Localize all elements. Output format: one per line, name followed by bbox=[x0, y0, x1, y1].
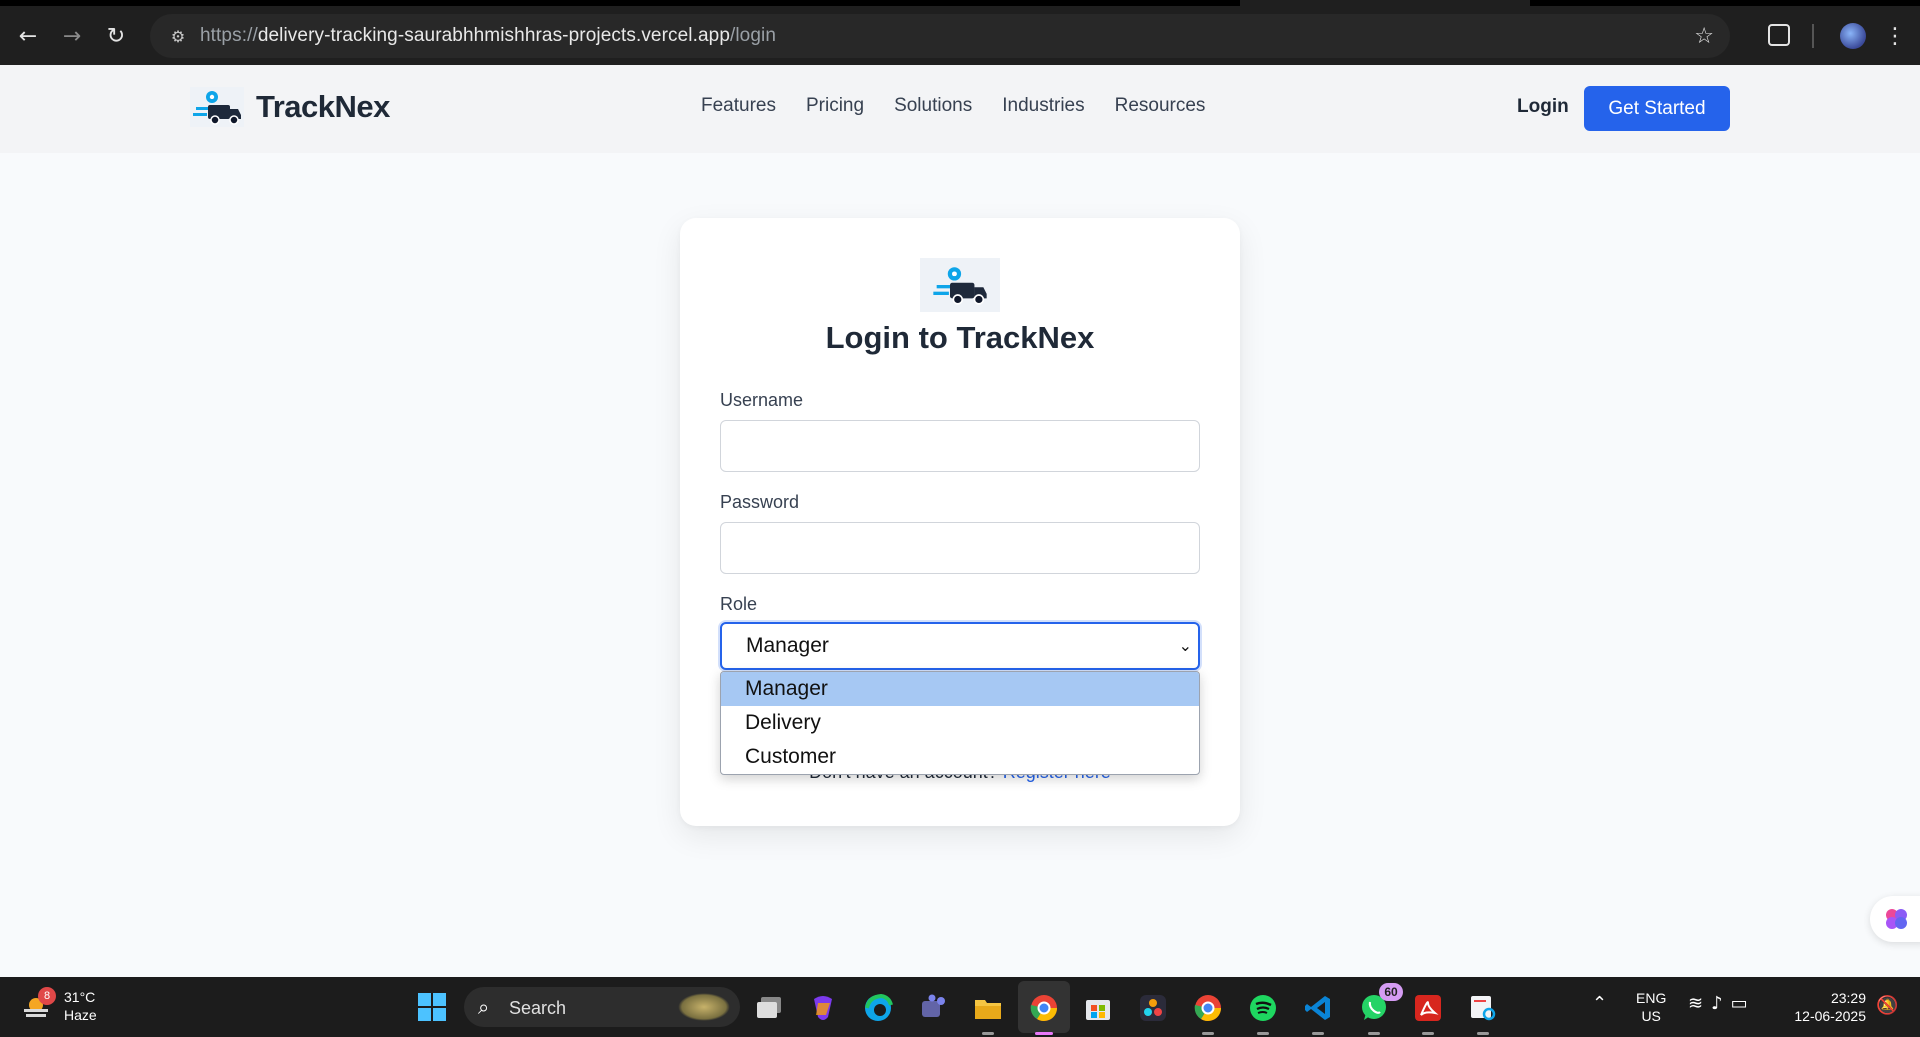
nav-features[interactable]: Features bbox=[701, 95, 776, 117]
address-bar[interactable]: ⚙ https://delivery-tracking-saurabhhmish… bbox=[150, 14, 1730, 58]
running-indicator bbox=[1422, 1032, 1434, 1035]
search-highlight-image bbox=[678, 993, 730, 1021]
running-indicator bbox=[1477, 1032, 1489, 1035]
brand[interactable]: TrackNex bbox=[190, 87, 390, 127]
truck-logo-icon bbox=[190, 87, 244, 127]
copilot-icon[interactable] bbox=[806, 991, 840, 1025]
search-placeholder: Search bbox=[509, 998, 567, 1018]
username-label: Username bbox=[720, 390, 804, 410]
clock-date: 12-06-2025 bbox=[1794, 1008, 1866, 1024]
card-logo bbox=[920, 258, 1000, 312]
vscode-icon[interactable] bbox=[1301, 991, 1335, 1035]
active-indicator bbox=[1035, 1032, 1053, 1035]
windows-start-icon[interactable] bbox=[418, 993, 446, 1021]
site-info-icon[interactable]: ⚙ bbox=[156, 14, 200, 58]
task-view-icon[interactable] bbox=[752, 991, 786, 1025]
role-label: Role bbox=[720, 594, 758, 614]
weather-badge: 8 bbox=[38, 987, 56, 1005]
chrome-icon[interactable] bbox=[1027, 991, 1061, 1035]
login-title: Login to TrackNex bbox=[825, 320, 1095, 355]
nav-industries[interactable]: Industries bbox=[1002, 95, 1084, 117]
file-explorer-icon[interactable] bbox=[971, 991, 1005, 1035]
get-started-button[interactable]: Get Started bbox=[1584, 86, 1730, 131]
profile-avatar[interactable] bbox=[1840, 23, 1866, 49]
notification-bell-icon[interactable]: 🔕 bbox=[1876, 995, 1898, 1016]
url-host: delivery-tracking-saurabhhmishhras-proje… bbox=[257, 25, 730, 46]
username-input[interactable] bbox=[720, 420, 1200, 472]
role-option-manager[interactable]: Manager bbox=[721, 672, 1199, 706]
chevron-down-icon: ⌄ bbox=[1178, 636, 1192, 655]
windows-taskbar: 8 31°C Haze ⌕ Search 60 ⌃ ENG US ≋♪▭ 23:… bbox=[0, 977, 1920, 1037]
brand-name: TrackNex bbox=[256, 89, 390, 124]
search-icon: ⌕ bbox=[478, 995, 490, 1019]
chevron-up-icon[interactable]: ⌃ bbox=[1592, 993, 1607, 1014]
nav-resources[interactable]: Resources bbox=[1115, 95, 1206, 117]
header-login-link[interactable]: Login bbox=[1517, 96, 1569, 118]
toolbar-divider bbox=[1812, 24, 1814, 48]
tab-strip-right bbox=[1530, 0, 1920, 6]
brain-icon bbox=[1886, 909, 1907, 929]
teams-icon[interactable] bbox=[916, 991, 950, 1025]
spotify-icon[interactable] bbox=[1246, 991, 1280, 1035]
wifi-icon: ≋ bbox=[1688, 993, 1712, 1014]
weather-widget[interactable]: 8 31°C Haze bbox=[22, 987, 142, 1027]
weather-temp: 31°C bbox=[64, 989, 96, 1005]
clock-time: 23:29 bbox=[1830, 990, 1866, 1006]
main-nav: Features Pricing Solutions Industries Re… bbox=[701, 95, 1235, 117]
acrobat-icon[interactable] bbox=[1411, 991, 1445, 1035]
role-select-value: Manager bbox=[746, 634, 829, 657]
more-menu-icon[interactable]: ⋮ bbox=[1880, 14, 1910, 58]
star-icon[interactable]: ☆ bbox=[1694, 14, 1714, 58]
taskbar-clock[interactable]: 23:29 12-06-2025 bbox=[1786, 989, 1866, 1025]
nav-pricing[interactable]: Pricing bbox=[806, 95, 864, 117]
password-label: Password bbox=[720, 492, 800, 512]
weather-condition: Haze bbox=[64, 1007, 97, 1023]
whatsapp-badge: 60 bbox=[1379, 983, 1403, 1001]
password-input[interactable] bbox=[720, 522, 1200, 574]
role-select[interactable]: Manager ⌄ bbox=[720, 622, 1200, 670]
floating-assistant-button[interactable] bbox=[1870, 896, 1920, 942]
role-option-delivery[interactable]: Delivery bbox=[721, 706, 1199, 740]
nav-solutions[interactable]: Solutions bbox=[894, 95, 972, 117]
edge-icon[interactable] bbox=[861, 991, 895, 1025]
truck-logo-icon bbox=[933, 267, 987, 305]
url-path: /login bbox=[729, 25, 777, 46]
taskbar-search[interactable]: ⌕ Search bbox=[464, 987, 740, 1027]
system-tray-icons[interactable]: ≋♪▭ bbox=[1688, 993, 1756, 1014]
browser-toolbar-right: ⋮ bbox=[1740, 14, 1920, 58]
back-icon[interactable]: ← bbox=[10, 14, 46, 58]
whatsapp-icon[interactable]: 60 bbox=[1357, 983, 1403, 1035]
browser-chrome: ← → ↻ ⚙ https://delivery-tracking-saurab… bbox=[0, 0, 1920, 65]
tab-strip bbox=[0, 0, 1240, 6]
role-option-customer[interactable]: Customer bbox=[721, 740, 1199, 774]
volume-icon: ♪ bbox=[1711, 993, 1731, 1014]
running-indicator bbox=[1202, 1032, 1214, 1035]
extensions-icon[interactable] bbox=[1768, 24, 1790, 46]
running-indicator bbox=[1257, 1032, 1269, 1035]
language-indicator[interactable]: ENG US bbox=[1636, 989, 1666, 1025]
battery-icon: ▭ bbox=[1730, 993, 1756, 1014]
running-indicator bbox=[982, 1032, 994, 1035]
language-code: ENG bbox=[1636, 990, 1667, 1006]
site-header: TrackNex Features Pricing Solutions Indu… bbox=[0, 65, 1920, 153]
region-code: US bbox=[1641, 1008, 1661, 1024]
chrome-profile-icon[interactable] bbox=[1191, 991, 1225, 1035]
running-indicator bbox=[1312, 1032, 1324, 1035]
reload-icon[interactable]: ↻ bbox=[98, 14, 134, 58]
role-dropdown-list: Manager Delivery Customer bbox=[720, 671, 1200, 775]
address-url: https://delivery-tracking-saurabhhmishhr… bbox=[200, 25, 776, 47]
url-scheme: https:// bbox=[200, 25, 258, 46]
snipping-tool-icon[interactable] bbox=[1466, 991, 1500, 1035]
microsoft-store-icon[interactable] bbox=[1081, 991, 1115, 1025]
davinci-resolve-icon[interactable] bbox=[1136, 991, 1170, 1025]
forward-icon[interactable]: → bbox=[54, 14, 90, 58]
running-indicator bbox=[1368, 1032, 1380, 1035]
